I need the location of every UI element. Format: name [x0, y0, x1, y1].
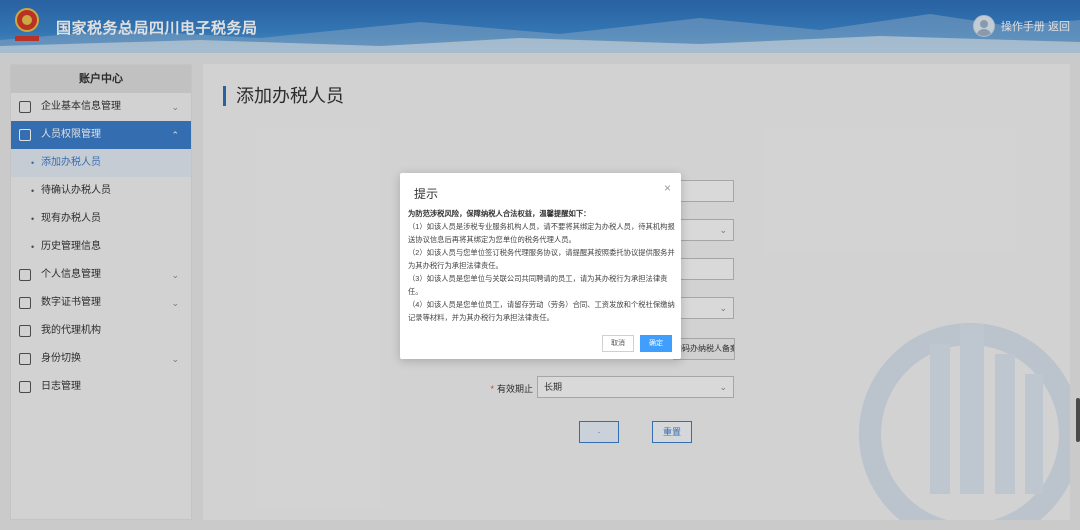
dialog-point: （3）如该人员是您单位与关联公司共同聘请的员工，请为其办税行为承担法律责任。 [408, 274, 668, 296]
dialog-point: （4）如该人员是您单位员工，请留存劳动（劳务）合同、工资发放和个税社保缴纳记录等… [408, 300, 675, 322]
dialog-body: 为防范涉税风险，保障纳税人合法权益，温馨提醒如下： （1）如该人员是涉税专业服务… [408, 207, 676, 324]
dialog-lead: 为防范涉税风险，保障纳税人合法权益，温馨提醒如下： [408, 209, 591, 218]
dialog-title: 提示 [414, 187, 439, 201]
confirm-button[interactable]: 确定 [640, 335, 672, 352]
dialog-point: （1）如该人员是涉税专业服务机构人员，请不要将其绑定为办税人员，待其机构报送协议… [408, 222, 675, 244]
close-icon[interactable]: × [664, 181, 671, 195]
dialog-point: （2）如该人员与您单位签订税务代理服务协议，请提醒其按照委托协议提供服务并为其办… [408, 248, 675, 270]
tip-dialog: 提示 × 为防范涉税风险，保障纳税人合法权益，温馨提醒如下： （1）如该人员是涉… [400, 173, 681, 359]
cancel-button[interactable]: 取消 [602, 335, 634, 352]
